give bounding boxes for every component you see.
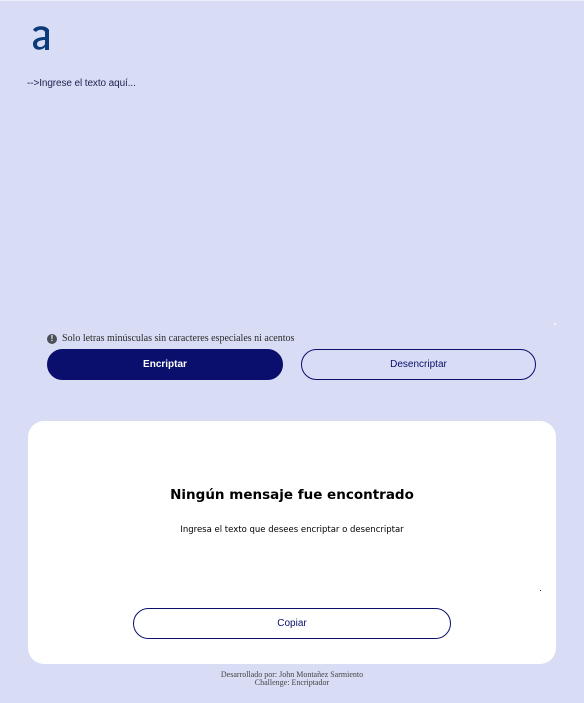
output-subtitle: Ingresa el texto que desees encriptar o … (180, 525, 404, 535)
input-notice: ! Solo letras minúsculas sin caracteres … (47, 333, 294, 344)
notice-text: Solo letras minúsculas sin caracteres es… (62, 333, 295, 344)
copy-button[interactable]: Copiar (133, 608, 451, 639)
top-border (0, 0, 584, 1)
alura-logo-icon (33, 26, 49, 50)
output-title: Ningún mensaje fue encontrado (170, 487, 414, 503)
encrypt-button[interactable]: Encriptar (47, 349, 283, 380)
decorative-dot (540, 590, 541, 591)
text-input[interactable] (27, 78, 557, 318)
output-panel: Ningún mensaje fue encontrado Ingresa el… (28, 421, 556, 664)
info-circle-icon: ! (47, 333, 57, 344)
decrypt-button[interactable]: Desencriptar (301, 349, 536, 380)
footer-challenge: Challenge: Encriptador (254, 678, 330, 687)
footer: Desarrollado por: John Montañez Sarmient… (0, 671, 584, 687)
decorative-dot (554, 323, 556, 325)
